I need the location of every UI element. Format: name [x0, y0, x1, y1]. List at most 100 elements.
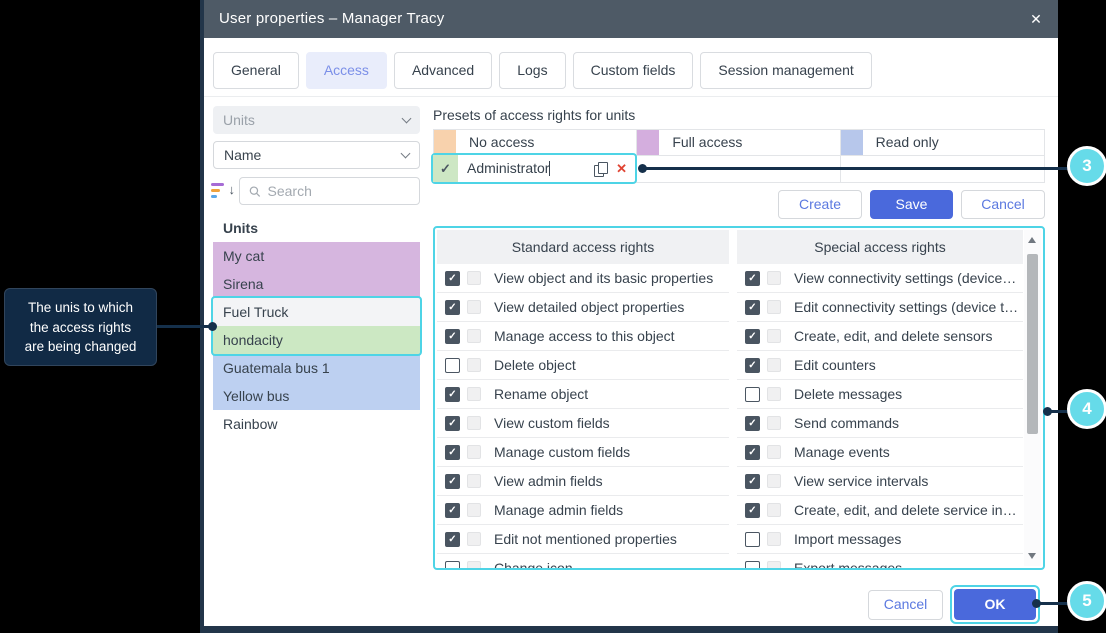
right-row[interactable]: Manage access to this object [437, 322, 729, 351]
name-filter-dropdown[interactable]: Name [213, 141, 420, 169]
right-row[interactable]: Send commands [737, 409, 1023, 438]
right-checkbox[interactable] [445, 503, 460, 518]
right-secondary-checkbox[interactable] [767, 561, 781, 570]
right-secondary-checkbox[interactable] [467, 271, 481, 285]
right-checkbox[interactable] [745, 329, 760, 344]
right-checkbox[interactable] [445, 416, 460, 431]
right-row[interactable]: Delete messages [737, 380, 1023, 409]
right-secondary-checkbox[interactable] [467, 503, 481, 517]
search-box[interactable] [239, 177, 420, 205]
dialog-cancel-button[interactable]: Cancel [868, 590, 943, 620]
right-checkbox[interactable] [745, 561, 760, 571]
tab-advanced[interactable]: Advanced [394, 52, 492, 89]
close-icon[interactable]: ✕ [1030, 0, 1042, 38]
sort-icon[interactable]: ↓ [211, 181, 235, 201]
right-secondary-checkbox[interactable] [467, 387, 481, 401]
right-row[interactable]: Manage admin fields [437, 496, 729, 525]
right-secondary-checkbox[interactable] [767, 474, 781, 488]
right-row[interactable]: Edit connectivity settings (device type,… [737, 293, 1023, 322]
search-input[interactable] [268, 183, 411, 199]
right-secondary-checkbox[interactable] [767, 532, 781, 546]
right-checkbox[interactable] [445, 300, 460, 315]
right-checkbox[interactable] [445, 532, 460, 547]
scrollbar-thumb[interactable] [1027, 254, 1038, 434]
right-secondary-checkbox[interactable] [467, 474, 481, 488]
tab-session-management[interactable]: Session management [700, 52, 871, 89]
right-secondary-checkbox[interactable] [767, 271, 781, 285]
right-secondary-checkbox[interactable] [767, 503, 781, 517]
right-checkbox[interactable] [745, 474, 760, 489]
right-checkbox[interactable] [445, 387, 460, 402]
right-secondary-checkbox[interactable] [467, 300, 481, 314]
preset-full-access[interactable]: Full access [637, 130, 840, 156]
right-secondary-checkbox[interactable] [767, 387, 781, 401]
unit-row[interactable]: Fuel Truck [213, 298, 420, 326]
right-row[interactable]: View service intervals [737, 467, 1023, 496]
create-button[interactable]: Create [778, 190, 862, 219]
right-checkbox[interactable] [745, 416, 760, 431]
right-secondary-checkbox[interactable] [467, 358, 481, 372]
right-row[interactable]: Edit counters [737, 351, 1023, 380]
right-row[interactable]: Edit not mentioned properties [437, 525, 729, 554]
right-row[interactable]: Rename object [437, 380, 729, 409]
right-secondary-checkbox[interactable] [767, 416, 781, 430]
right-secondary-checkbox[interactable] [467, 532, 481, 546]
right-secondary-checkbox[interactable] [767, 300, 781, 314]
right-checkbox[interactable] [745, 503, 760, 518]
ok-button[interactable]: OK [954, 589, 1036, 620]
right-row[interactable]: Create, edit, and delete sensors [737, 322, 1023, 351]
right-row[interactable]: View connectivity settings (device type,… [737, 264, 1023, 293]
right-checkbox[interactable] [745, 358, 760, 373]
right-row[interactable]: Manage custom fields [437, 438, 729, 467]
unit-row[interactable]: Yellow bus [213, 382, 420, 410]
right-checkbox[interactable] [445, 561, 460, 571]
tab-general[interactable]: General [213, 52, 299, 89]
right-row[interactable]: Delete object [437, 351, 729, 380]
units-type-dropdown[interactable]: Units [213, 106, 420, 134]
right-checkbox[interactable] [445, 271, 460, 286]
preset-name-input[interactable]: Administrator [458, 155, 550, 182]
right-secondary-checkbox[interactable] [467, 445, 481, 459]
unit-row[interactable]: hondacity [213, 326, 420, 354]
right-row[interactable]: Create, edit, and delete service interva… [737, 496, 1023, 525]
scroll-down-icon[interactable] [1028, 553, 1036, 559]
save-button[interactable]: Save [870, 190, 953, 219]
right-secondary-checkbox[interactable] [767, 358, 781, 372]
right-checkbox[interactable] [745, 445, 760, 460]
right-secondary-checkbox[interactable] [467, 329, 481, 343]
scroll-up-icon[interactable] [1028, 237, 1036, 243]
unit-row[interactable]: Guatemala bus 1 [213, 354, 420, 382]
right-checkbox[interactable] [745, 387, 760, 402]
right-checkbox[interactable] [445, 329, 460, 344]
right-secondary-checkbox[interactable] [467, 416, 481, 430]
unit-row[interactable]: My cat [213, 242, 420, 270]
right-secondary-checkbox[interactable] [767, 445, 781, 459]
right-checkbox[interactable] [445, 474, 460, 489]
preset-read-only[interactable]: Read only [841, 130, 1044, 156]
tab-custom-fields[interactable]: Custom fields [573, 52, 694, 89]
right-checkbox[interactable] [745, 271, 760, 286]
right-checkbox[interactable] [445, 445, 460, 460]
right-row[interactable]: View custom fields [437, 409, 729, 438]
preset-cancel-button[interactable]: Cancel [961, 190, 1045, 219]
unit-row[interactable]: Sirena [213, 270, 420, 298]
right-secondary-checkbox[interactable] [767, 329, 781, 343]
rights-scrollbar[interactable] [1024, 230, 1041, 566]
unit-row[interactable]: Rainbow [213, 410, 420, 438]
right-row[interactable]: View object and its basic properties [437, 264, 729, 293]
right-row[interactable]: Manage events [737, 438, 1023, 467]
remove-icon[interactable]: ✕ [616, 155, 627, 182]
right-checkbox[interactable] [445, 358, 460, 373]
right-row[interactable]: Change icon [437, 554, 729, 570]
right-checkbox[interactable] [745, 300, 760, 315]
right-row[interactable]: Import messages [737, 525, 1023, 554]
preset-name-editor[interactable]: ✓ Administrator ✕ [431, 153, 637, 184]
right-row[interactable]: View detailed object properties [437, 293, 729, 322]
tab-logs[interactable]: Logs [499, 52, 565, 89]
right-row[interactable]: View admin fields [437, 467, 729, 496]
tab-access[interactable]: Access [306, 52, 387, 89]
right-secondary-checkbox[interactable] [467, 561, 481, 570]
right-row[interactable]: Export messages [737, 554, 1023, 570]
right-checkbox[interactable] [745, 532, 760, 547]
copy-icon[interactable] [594, 162, 608, 176]
